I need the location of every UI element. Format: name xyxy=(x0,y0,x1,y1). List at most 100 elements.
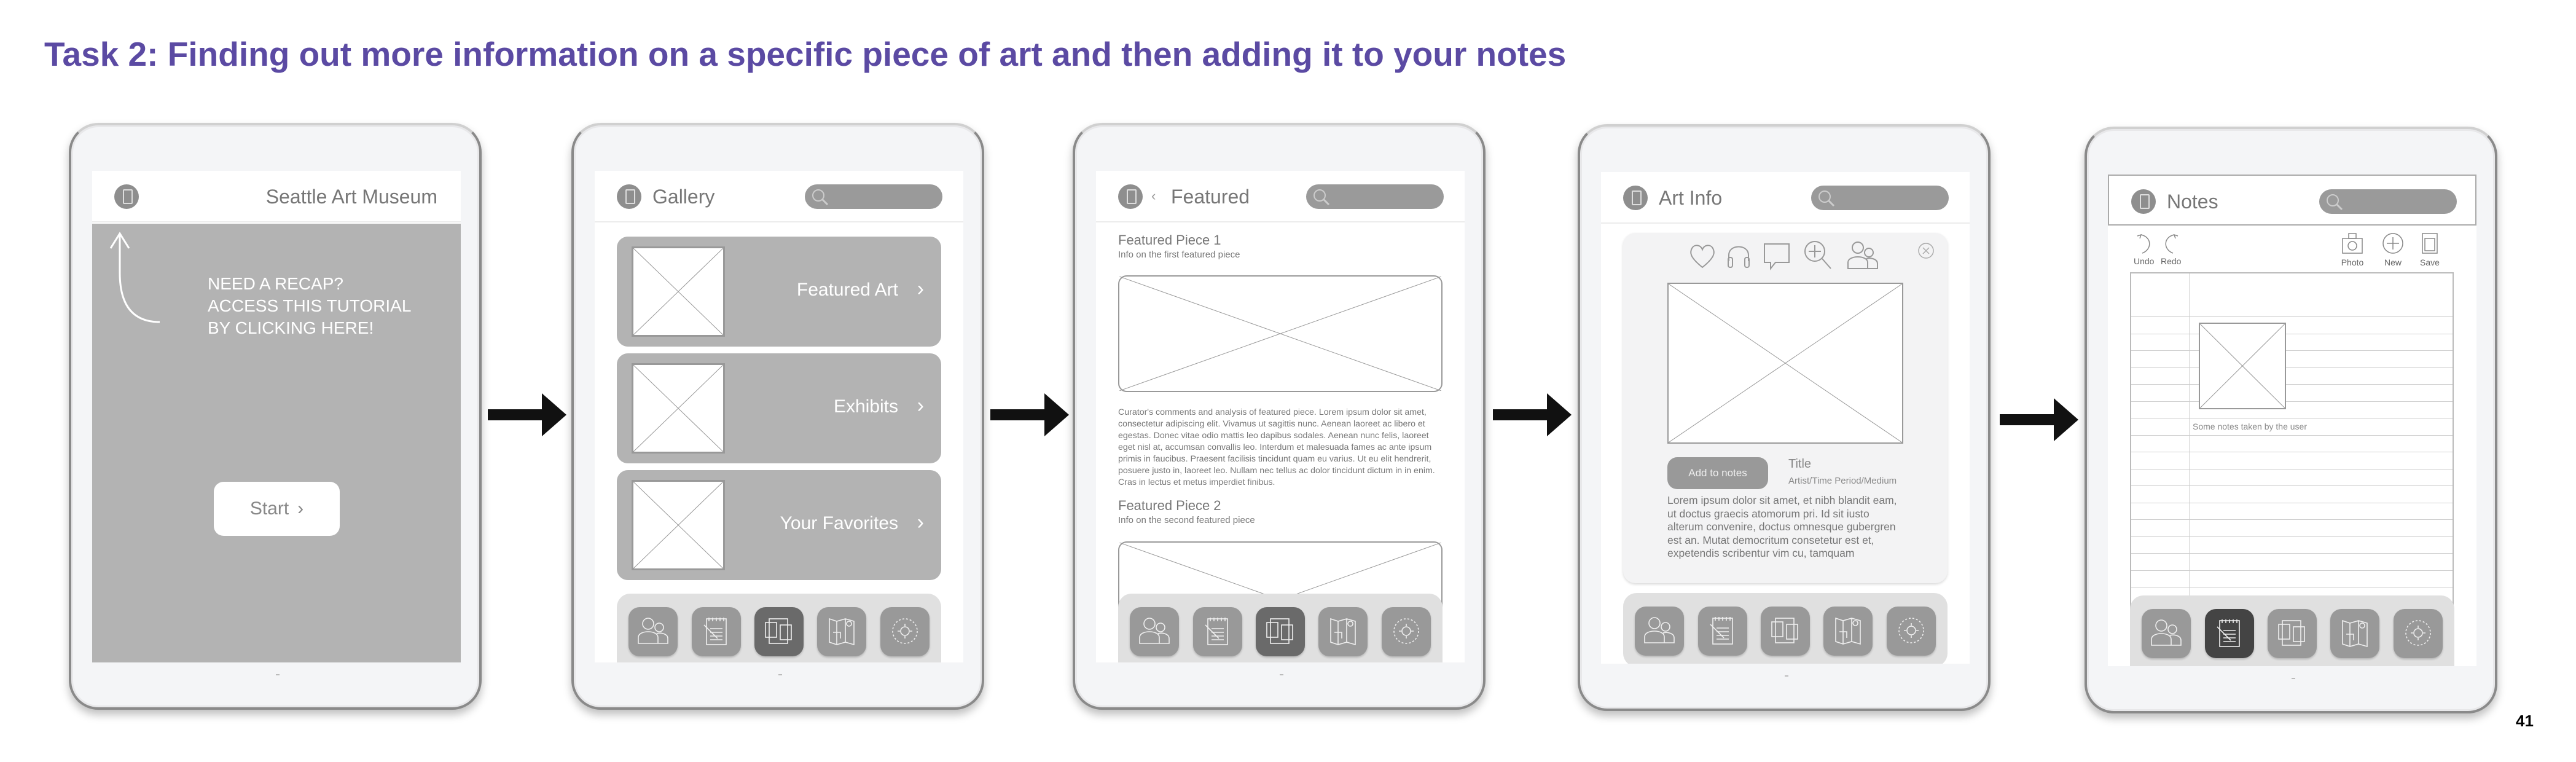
new-label: New xyxy=(2384,257,2402,267)
piece1-image-placeholder[interactable] xyxy=(1118,275,1443,392)
dock-button-people[interactable] xyxy=(1635,607,1685,656)
gallery-icon xyxy=(2278,620,2305,646)
piece1-title: Featured Piece 1 xyxy=(1118,232,1221,248)
dock-button-settings[interactable] xyxy=(1886,607,1936,656)
home-button xyxy=(2292,678,2295,679)
plus-circle-icon xyxy=(2382,233,2403,254)
recap-line: NEED A RECAP? xyxy=(208,274,343,293)
back-chevron-icon[interactable]: ‹ xyxy=(1151,188,1156,204)
ruled-line xyxy=(2131,367,2453,368)
dock-button-settings[interactable] xyxy=(2393,609,2443,658)
card-exhibits[interactable]: Exhibits › xyxy=(617,353,941,463)
dock-button-map[interactable] xyxy=(1318,607,1368,656)
card-your-favorites[interactable]: Your Favorites › xyxy=(617,470,941,580)
search-input[interactable] xyxy=(805,184,942,209)
camera-icon xyxy=(2342,233,2363,254)
featured-screen: ‹ Featured Featured Piece 1 Info on the … xyxy=(1096,171,1465,662)
notepad-icon xyxy=(1710,617,1733,645)
dock-button-people[interactable] xyxy=(2142,609,2191,658)
museum-logo-icon[interactable] xyxy=(1118,184,1143,209)
piece2-subtitle: Info on the second featured piece xyxy=(1118,515,1255,525)
header: Gallery xyxy=(595,171,963,222)
map-icon xyxy=(829,618,855,646)
home-button xyxy=(276,674,280,675)
ruled-line xyxy=(2131,536,2453,537)
header: ‹ Featured xyxy=(1096,171,1465,222)
heart-icon[interactable] xyxy=(1687,240,1718,271)
dock-button-notepad[interactable] xyxy=(2204,609,2254,658)
dock-button-gallery[interactable] xyxy=(1760,607,1810,656)
chevron-right-icon: › xyxy=(917,277,924,300)
ruled-line xyxy=(2131,553,2453,554)
art-title: Title xyxy=(1788,457,1812,471)
headphones-icon[interactable] xyxy=(1725,240,1752,271)
art-description: Lorem ipsum dolor sit amet, et nibh blan… xyxy=(1667,494,1897,559)
tablet-welcome: Seattle Art Museum NEED A RECAP? ACCESS … xyxy=(69,123,482,710)
chevron-right-icon: › xyxy=(297,498,304,519)
museum-logo-icon[interactable] xyxy=(114,184,139,209)
ruled-line xyxy=(2131,570,2453,571)
header-title: Featured xyxy=(1171,186,1250,208)
search-input[interactable] xyxy=(2319,189,2457,214)
new-button[interactable]: New xyxy=(2381,231,2405,267)
museum-logo-icon[interactable] xyxy=(617,184,641,209)
dock-button-settings[interactable] xyxy=(1381,607,1431,656)
bottom-dock xyxy=(2130,595,2454,666)
gallery-screen: Gallery Featured Art › Exhibits › Your Fav… xyxy=(595,171,963,662)
dock-button-settings[interactable] xyxy=(880,607,930,656)
image-placeholder xyxy=(632,246,725,337)
header-title: Notes xyxy=(2167,190,2218,213)
redo-icon xyxy=(2165,234,2178,254)
search-input[interactable] xyxy=(1811,186,1949,210)
ruled-line xyxy=(2131,485,2453,486)
undo-button[interactable]: Undo xyxy=(2134,232,2154,266)
dock-button-notepad[interactable] xyxy=(1192,607,1242,656)
tutorial-overlay[interactable]: NEED A RECAP? ACCESS THIS TUTORIAL BY CL… xyxy=(92,224,461,662)
save-button[interactable]: Save xyxy=(2419,231,2441,267)
dock-button-gallery[interactable] xyxy=(754,607,804,656)
map-icon xyxy=(2342,619,2368,648)
photo-button[interactable]: Photo xyxy=(2340,231,2365,267)
photo-label: Photo xyxy=(2341,257,2364,267)
comment-icon[interactable] xyxy=(1762,240,1791,271)
image-placeholder xyxy=(632,363,725,454)
dock-button-notepad[interactable] xyxy=(1697,607,1747,656)
card-featured-art[interactable]: Featured Art › xyxy=(617,237,941,347)
redo-button[interactable]: Redo xyxy=(2161,232,2181,266)
header-title: Gallery xyxy=(652,186,715,208)
search-icon xyxy=(812,189,829,206)
people-icon xyxy=(2151,619,2182,646)
dock-button-map[interactable] xyxy=(2330,609,2380,658)
art-image-placeholder xyxy=(1667,283,1903,444)
piece1-subtitle: Info on the first featured piece xyxy=(1118,249,1240,260)
notepad-icon xyxy=(703,618,727,645)
gallery-icon xyxy=(765,618,792,644)
people-icon[interactable] xyxy=(1846,239,1880,271)
dock-button-people[interactable] xyxy=(1130,607,1180,656)
dock-button-people[interactable] xyxy=(628,607,678,656)
museum-logo-icon[interactable] xyxy=(2131,189,2156,214)
tablet-featured: ‹ Featured Featured Piece 1 Info on the … xyxy=(1073,123,1486,710)
dock-button-gallery[interactable] xyxy=(2267,609,2317,658)
start-button[interactable]: Start › xyxy=(214,482,340,536)
dock-button-gallery[interactable] xyxy=(1255,607,1305,656)
dock-button-map[interactable] xyxy=(817,607,867,656)
zoom-in-icon[interactable] xyxy=(1803,239,1833,271)
art-info-screen: Art Info Add to notes Title Artist/Time … xyxy=(1601,172,1970,664)
save-label: Save xyxy=(2420,257,2440,267)
museum-logo-icon[interactable] xyxy=(1623,186,1648,210)
search-input[interactable] xyxy=(1306,184,1444,209)
close-icon[interactable] xyxy=(1917,242,1935,260)
dock-button-map[interactable] xyxy=(1823,607,1873,656)
add-to-notes-button[interactable]: Add to notes xyxy=(1667,457,1768,489)
header: Notes xyxy=(2108,175,2476,226)
save-icon xyxy=(2422,233,2438,254)
tablet-art-info: Art Info Add to notes Title Artist/Time … xyxy=(1578,124,1991,711)
note-image-placeholder xyxy=(2199,323,2286,409)
dock-button-notepad[interactable] xyxy=(691,607,741,656)
ruled-line xyxy=(2131,434,2453,436)
people-icon xyxy=(638,618,668,644)
ruled-line xyxy=(2131,350,2453,351)
notepad-icon xyxy=(2217,619,2240,647)
recap-text[interactable]: NEED A RECAP? ACCESS THIS TUTORIAL BY CL… xyxy=(208,273,411,339)
